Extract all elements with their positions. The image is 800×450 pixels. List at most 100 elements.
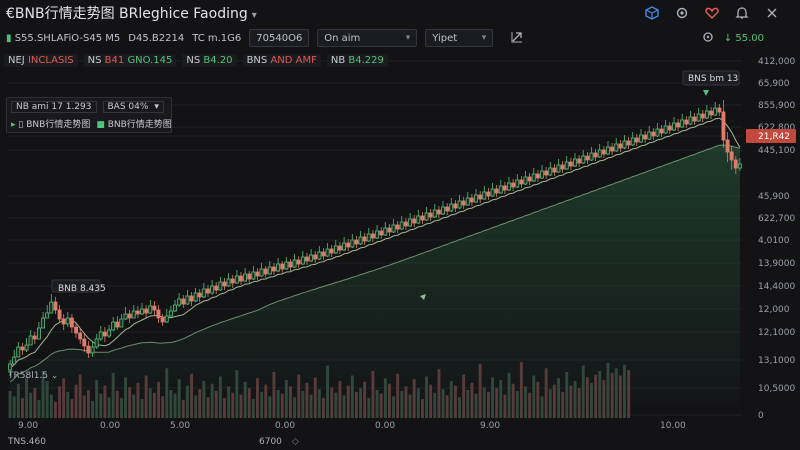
- candle-body[interactable]: [391, 224, 396, 233]
- candle-body[interactable]: [700, 113, 705, 119]
- candle-body[interactable]: [383, 227, 388, 236]
- candle-body[interactable]: [622, 140, 627, 149]
- candle-body[interactable]: [651, 131, 656, 137]
- candle-body[interactable]: [16, 346, 21, 358]
- candle-body[interactable]: [420, 215, 425, 221]
- cube-icon[interactable]: [644, 5, 660, 21]
- candle-body[interactable]: [713, 107, 718, 116]
- candle-body[interactable]: [288, 261, 293, 268]
- candle-body[interactable]: [74, 326, 78, 334]
- candle-body[interactable]: [684, 119, 689, 125]
- candle-body[interactable]: [428, 212, 433, 218]
- candle-body[interactable]: [738, 163, 742, 169]
- candle-body[interactable]: [37, 327, 41, 340]
- candle-body[interactable]: [618, 143, 623, 149]
- expand-icon[interactable]: [511, 31, 523, 46]
- candle-body[interactable]: [222, 281, 227, 287]
- candle-body[interactable]: [449, 203, 454, 212]
- candle-body[interactable]: [201, 288, 206, 298]
- candle-body[interactable]: [304, 256, 309, 262]
- indicator-toggle[interactable]: ▸ ▯ BNB行情走势图: [11, 117, 90, 130]
- symbol-select[interactable]: 70540O6: [249, 29, 310, 47]
- candle-body[interactable]: [144, 308, 149, 314]
- candle-body[interactable]: [300, 256, 305, 265]
- candle-body[interactable]: [251, 271, 256, 280]
- candle-body[interactable]: [152, 305, 157, 311]
- candle-body[interactable]: [354, 239, 359, 245]
- candle-body[interactable]: [41, 317, 45, 329]
- candle-body[interactable]: [325, 248, 330, 257]
- candle-body[interactable]: [717, 107, 722, 113]
- volume-label[interactable]: TR58l1.5 ⌄: [8, 371, 58, 381]
- candle-body[interactable]: [12, 356, 17, 365]
- candle-body[interactable]: [160, 317, 165, 323]
- candle-body[interactable]: [544, 170, 549, 176]
- candle-body[interactable]: [733, 159, 738, 169]
- candle-body[interactable]: [379, 230, 384, 236]
- candle-body[interactable]: [663, 125, 668, 134]
- candle-body[interactable]: [424, 212, 429, 221]
- candle-body[interactable]: [614, 143, 619, 152]
- candle-body[interactable]: [552, 167, 557, 173]
- candle-body[interactable]: [556, 164, 561, 173]
- candle-body[interactable]: [457, 200, 462, 209]
- candle-body[interactable]: [197, 292, 202, 298]
- candle-body[interactable]: [506, 182, 511, 191]
- candle-body[interactable]: [267, 266, 272, 275]
- candle-body[interactable]: [185, 295, 190, 305]
- candle-body[interactable]: [358, 236, 363, 245]
- candle-body[interactable]: [296, 259, 301, 265]
- candle-body[interactable]: [478, 194, 483, 200]
- app-title[interactable]: €BNB行情走势图 BRleghice Faoding ▾: [6, 3, 257, 23]
- candle-body[interactable]: [403, 221, 408, 227]
- candle-body[interactable]: [709, 110, 713, 116]
- candle-body[interactable]: [276, 263, 280, 272]
- legend-item[interactable]: NS B41 GNO.145: [83, 53, 177, 67]
- candle-body[interactable]: [412, 218, 417, 224]
- candle-body[interactable]: [342, 242, 346, 251]
- candle-body[interactable]: [350, 239, 355, 248]
- candle-body[interactable]: [453, 203, 458, 209]
- diamond-icon[interactable]: ◇: [292, 437, 299, 447]
- candle-body[interactable]: [474, 194, 478, 203]
- candle-body[interactable]: [111, 321, 116, 331]
- candle-body[interactable]: [564, 161, 569, 170]
- candle-body[interactable]: [577, 158, 582, 164]
- candle-body[interactable]: [135, 310, 140, 315]
- candle-body[interactable]: [214, 285, 219, 291]
- candle-body[interactable]: [634, 137, 639, 143]
- candle-body[interactable]: [688, 116, 693, 125]
- candle-body[interactable]: [69, 317, 74, 328]
- candle-body[interactable]: [560, 164, 565, 170]
- candle-body[interactable]: [502, 185, 507, 191]
- candle-body[interactable]: [548, 167, 553, 176]
- candle-body[interactable]: [593, 152, 598, 158]
- candle-body[interactable]: [53, 301, 58, 311]
- candle-body[interactable]: [465, 197, 470, 206]
- legend-item[interactable]: NS B4.20: [182, 53, 237, 67]
- legend-item[interactable]: NEJ INCLASIS: [4, 53, 78, 67]
- candle-body[interactable]: [498, 185, 503, 194]
- candle-body[interactable]: [255, 271, 260, 277]
- bell-icon[interactable]: [734, 5, 750, 21]
- candle-body[interactable]: [317, 251, 322, 260]
- candle-body[interactable]: [57, 309, 62, 320]
- candle-body[interactable]: [98, 331, 103, 340]
- candle-body[interactable]: [32, 335, 37, 340]
- settings-icon[interactable]: [674, 5, 690, 21]
- candle-body[interactable]: [8, 363, 12, 371]
- candle-body[interactable]: [585, 155, 590, 161]
- candle-body[interactable]: [271, 266, 276, 272]
- heart-icon[interactable]: [704, 5, 720, 21]
- candle-body[interactable]: [461, 200, 466, 206]
- candle-body[interactable]: [78, 332, 83, 340]
- candle-body[interactable]: [181, 298, 186, 305]
- candle-body[interactable]: [107, 329, 111, 337]
- candle-body[interactable]: [28, 335, 33, 346]
- candle-body[interactable]: [672, 122, 676, 131]
- candle-body[interactable]: [337, 245, 342, 251]
- indicator-select[interactable]: BAS 04% ▾: [102, 100, 164, 113]
- candle-body[interactable]: [408, 218, 412, 227]
- candle-body[interactable]: [189, 295, 194, 302]
- candle-body[interactable]: [655, 128, 660, 137]
